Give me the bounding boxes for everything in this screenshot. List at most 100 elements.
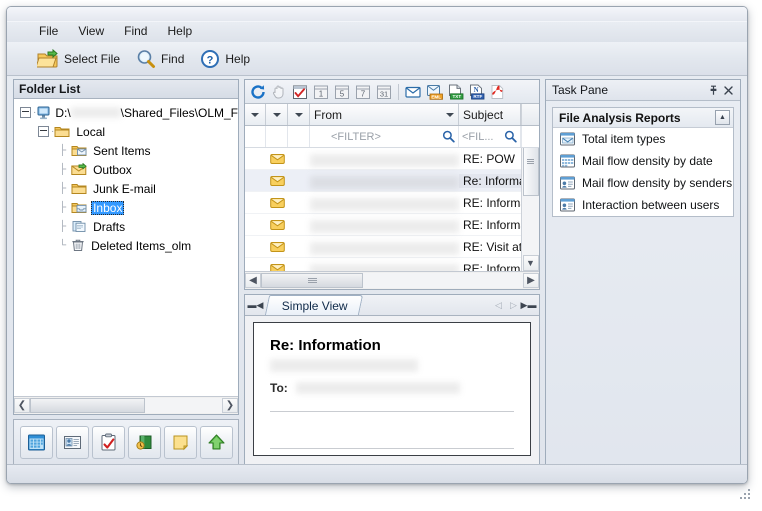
tree-connector: ├ bbox=[59, 221, 67, 232]
folder-tree[interactable]: · D:\ \Shared_Files\OLM_F · Local ├ Sent… bbox=[14, 99, 238, 396]
filter-input-subject[interactable]: <FIL... bbox=[459, 126, 521, 147]
scroll-track-horizontal[interactable] bbox=[30, 398, 222, 413]
column-header-flag[interactable] bbox=[245, 104, 266, 125]
tasks-module-icon bbox=[99, 433, 118, 452]
report-item-interaction-between-users[interactable]: Interaction between users bbox=[553, 194, 733, 216]
close-icon[interactable] bbox=[721, 83, 736, 98]
column-header-from[interactable]: From bbox=[310, 104, 459, 125]
month-view-31-icon[interactable]: 31 bbox=[375, 83, 393, 101]
scroll-right-button[interactable]: ❯ bbox=[222, 398, 238, 413]
table-row[interactable]: RE: Informa bbox=[245, 214, 539, 236]
export-eml-icon[interactable]: EML bbox=[425, 83, 443, 101]
first-page-icon[interactable]: ▬◀ bbox=[248, 296, 264, 315]
magnifier-icon[interactable] bbox=[442, 130, 455, 143]
chevron-down-icon[interactable] bbox=[294, 112, 303, 117]
resize-grip[interactable] bbox=[740, 489, 752, 501]
table-row[interactable]: Re: Informa bbox=[245, 170, 539, 192]
tree-node-root[interactable]: · D:\ \Shared_Files\OLM_F bbox=[14, 103, 238, 122]
menu-item-view[interactable]: View bbox=[68, 23, 114, 41]
magnifier-icon[interactable] bbox=[504, 130, 517, 143]
tasks-module-button[interactable] bbox=[91, 425, 125, 459]
local-collapse-toggle[interactable] bbox=[38, 126, 49, 137]
table-row[interactable]: RE: Informa bbox=[245, 192, 539, 214]
table-row[interactable]: RE: Informa bbox=[245, 258, 539, 271]
mail-to-redacted bbox=[295, 382, 460, 394]
select-file-button[interactable]: Select File bbox=[29, 46, 128, 72]
menu-item-help[interactable]: Help bbox=[157, 23, 202, 41]
day-view-1-icon[interactable]: 1 bbox=[312, 83, 330, 101]
notes-module-button[interactable] bbox=[163, 425, 197, 459]
scroll-track-vertical[interactable] bbox=[522, 148, 539, 255]
next-page-icon[interactable]: ▷ bbox=[506, 296, 521, 315]
tree-node-deleted-items[interactable]: └ Deleted Items_olm bbox=[14, 236, 238, 255]
filter-cell-attachment[interactable] bbox=[266, 126, 288, 147]
calendar-module-button[interactable] bbox=[19, 425, 53, 459]
report-item-mail-flow-by-senders[interactable]: Mail flow density by senders bbox=[553, 172, 733, 194]
collapse-up-icon[interactable]: ▲ bbox=[715, 110, 730, 125]
report-interaction-icon bbox=[559, 197, 576, 213]
refresh-icon[interactable] bbox=[249, 83, 267, 101]
tree-node-junk-email[interactable]: ├ Junk E-mail bbox=[14, 179, 238, 198]
toolbar-separator bbox=[398, 83, 399, 100]
scroll-down-button[interactable]: ▼ bbox=[522, 255, 539, 271]
message-list-horizontal-scrollbar[interactable]: ◀ ▶ bbox=[245, 271, 539, 289]
folder-icon bbox=[71, 182, 87, 195]
tab-simple-view[interactable]: Simple View bbox=[264, 295, 363, 315]
scroll-thumb-horizontal[interactable] bbox=[30, 398, 145, 413]
chevron-down-icon[interactable] bbox=[272, 112, 281, 117]
calendar-check-icon[interactable] bbox=[291, 83, 309, 101]
grid-scroll-right-button[interactable]: ▶ bbox=[523, 273, 539, 288]
unread-envelope-icon bbox=[266, 241, 288, 253]
export-txt-icon[interactable]: TXT bbox=[446, 83, 464, 101]
report-item-mail-flow-by-date[interactable]: Mail flow density by date bbox=[553, 150, 733, 172]
week-view-5-icon[interactable]: 5 bbox=[333, 83, 351, 101]
chevron-down-icon[interactable] bbox=[446, 112, 454, 117]
filter-input-from[interactable]: <FILTER> bbox=[310, 126, 459, 147]
folder-label-drafts: Drafts bbox=[93, 219, 126, 234]
window-title-strip bbox=[7, 7, 747, 22]
export-pdf-icon[interactable] bbox=[488, 83, 506, 101]
grid-scroll-track[interactable] bbox=[261, 273, 523, 288]
tree-node-inbox[interactable]: ├ Inbox bbox=[14, 198, 238, 217]
task-pane-title: Task Pane bbox=[552, 83, 609, 97]
filter-cell-flag[interactable] bbox=[245, 126, 266, 147]
grid-scroll-thumb[interactable] bbox=[261, 273, 363, 288]
export-rtf-icon[interactable]: N RTF bbox=[467, 83, 485, 101]
tree-node-drafts[interactable]: ├ Drafts bbox=[14, 217, 238, 236]
week-view-7-icon[interactable]: 7 bbox=[354, 83, 372, 101]
grid-scroll-left-button[interactable]: ◀ bbox=[245, 273, 261, 288]
scroll-left-button[interactable]: ❮ bbox=[14, 398, 30, 413]
chevron-down-icon[interactable] bbox=[251, 112, 259, 117]
tree-node-sent-items[interactable]: ├ Sent Items bbox=[14, 141, 238, 160]
tree-node-outbox[interactable]: ├ Outbox bbox=[14, 160, 238, 179]
task-pane: Task Pane File Analysis Reports ▲ Total … bbox=[545, 79, 741, 465]
menu-item-find[interactable]: Find bbox=[114, 23, 157, 41]
folder-list-horizontal-scrollbar[interactable]: ❮ ❯ bbox=[14, 396, 238, 414]
last-page-icon[interactable]: ▶▬ bbox=[521, 296, 537, 315]
tree-node-local[interactable]: · Local bbox=[14, 122, 238, 141]
help-button[interactable]: ? Help bbox=[192, 46, 258, 72]
envelope-icon[interactable] bbox=[404, 83, 422, 101]
message-grid-rows[interactable]: RE: POW Re: Informa RE: Informa RE: Info… bbox=[245, 148, 539, 271]
find-button[interactable]: Find bbox=[128, 46, 192, 72]
table-row[interactable]: RE: Visit at bbox=[245, 236, 539, 258]
table-row[interactable]: RE: POW bbox=[245, 148, 539, 170]
scroll-thumb-vertical[interactable] bbox=[522, 148, 539, 196]
hand-icon[interactable] bbox=[270, 83, 288, 101]
prev-page-icon[interactable]: ◁ bbox=[491, 296, 506, 315]
column-header-priority[interactable] bbox=[288, 104, 310, 125]
column-header-attachment[interactable] bbox=[266, 104, 288, 125]
journal-module-button[interactable] bbox=[127, 425, 161, 459]
expand-modules-button[interactable] bbox=[199, 425, 233, 459]
root-collapse-toggle[interactable] bbox=[20, 107, 31, 118]
row-from-redacted bbox=[310, 197, 459, 211]
report-label-mail-flow-by-date: Mail flow density by date bbox=[582, 154, 713, 168]
contacts-module-button[interactable] bbox=[55, 425, 89, 459]
menu-item-file[interactable]: File bbox=[29, 23, 68, 41]
filter-cell-priority[interactable] bbox=[288, 126, 310, 147]
message-list-vertical-scrollbar[interactable]: ▲ ▼ bbox=[521, 148, 539, 271]
find-label: Find bbox=[161, 51, 185, 66]
report-item-total-item-types[interactable]: Total item types bbox=[553, 128, 733, 150]
pin-icon[interactable] bbox=[706, 83, 721, 98]
column-header-subject[interactable]: Subject bbox=[459, 104, 521, 125]
